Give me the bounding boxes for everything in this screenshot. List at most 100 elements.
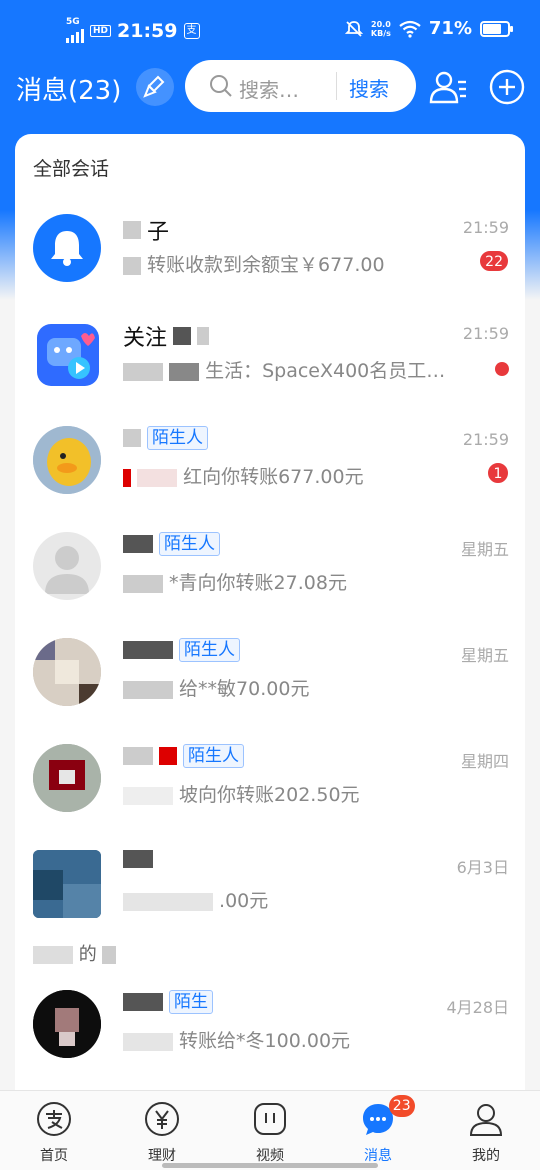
redacted-block [33, 946, 73, 964]
yuan-icon [145, 1102, 179, 1136]
conversation-name: 陌生人 [123, 426, 208, 450]
plus-circle-icon [489, 69, 525, 105]
tab-messages[interactable]: 23 消息 [324, 1091, 432, 1170]
person-icon [469, 1104, 503, 1136]
conversation-name: 陌生人 [123, 744, 244, 768]
conversation-row[interactable]: .00元 6月3日 [15, 836, 525, 940]
search-icon [210, 75, 232, 97]
conversation-preview: 坡向你转账202.50元 [123, 780, 453, 807]
notification-avatar [33, 214, 101, 282]
tab-video[interactable]: 视频 [216, 1091, 324, 1170]
add-button[interactable] [488, 68, 526, 106]
tab-profile[interactable]: 我的 [432, 1091, 540, 1170]
status-right: 20.0 KB/s 71% [344, 18, 513, 39]
search-bar[interactable]: 搜索… 搜索 [185, 60, 416, 112]
contacts-icon [429, 71, 466, 104]
conversation-preview-text: 给**敏70.00元 [179, 678, 310, 700]
follow-avatar [37, 324, 99, 386]
alipay-notification-icon: 支 [183, 22, 200, 39]
person-placeholder-icon [45, 546, 89, 594]
unread-badge: 22 [479, 250, 509, 272]
conversation-preview: 给**敏70.00元 [123, 674, 453, 701]
redacted-block [123, 892, 213, 911]
search-button[interactable]: 搜索 [349, 73, 389, 102]
redacted-block [102, 946, 117, 964]
user-avatar [33, 744, 101, 812]
duck-avatar-image [33, 426, 101, 494]
home-indicator[interactable] [162, 1163, 378, 1168]
tab-label: 视频 [256, 1148, 284, 1164]
group-label-text: 的 [78, 944, 97, 965]
redacted-block [123, 256, 141, 275]
speed-value: 20.0 [371, 19, 391, 29]
mute-icon [344, 20, 363, 37]
conversation-preview: 生活：SpaceX400名员工或… [123, 356, 453, 383]
conversation-row[interactable]: 陌生人 给**敏70.00元 星期五 [15, 624, 525, 728]
conversation-time: 6月3日 [456, 858, 509, 877]
video-icon [254, 1103, 286, 1135]
header: 消息(23) 搜索… 搜索 [0, 60, 540, 116]
group-label: 的 [33, 940, 117, 966]
conversation-name: 陌生人 [123, 638, 240, 662]
conversation-preview-text: 转账给*冬100.00元 [179, 1030, 351, 1052]
conversation-preview-text: 红向你转账677.00元 [183, 466, 364, 488]
stranger-tag: 陌生人 [183, 744, 244, 768]
redacted-block [123, 641, 173, 659]
user-avatar [33, 426, 101, 494]
tab-unread-badge: 23 [388, 1095, 415, 1117]
contacts-button[interactable] [428, 68, 468, 108]
search-input[interactable]: 搜索… [239, 74, 299, 103]
redacted-block [123, 468, 131, 487]
conversation-row[interactable]: 子 转账收款到余额宝￥677.00 21:59 22 [15, 200, 525, 304]
stranger-tag: 陌生 [169, 990, 213, 1014]
tab-label: 理财 [148, 1148, 176, 1164]
redacted-block [123, 221, 141, 239]
conversation-preview: 红向你转账677.00元 [123, 462, 453, 489]
redacted-block [123, 535, 153, 553]
conversation-name: 陌生 [123, 990, 213, 1014]
default-avatar [33, 532, 101, 600]
bottom-tab-bar: 首页 理财 视频 23 消息 我的 [0, 1090, 540, 1170]
conversation-name-text: 关注 [123, 326, 168, 351]
redacted-block [123, 574, 163, 593]
conversation-name: 关注 [123, 320, 210, 352]
broom-icon [143, 75, 165, 98]
conversation-time: 星期四 [460, 752, 509, 771]
conversation-time: 21:59 [462, 324, 509, 343]
redacted-block [123, 1032, 173, 1051]
tab-home[interactable]: 首页 [0, 1091, 108, 1170]
battery-percent: 71% [428, 18, 472, 39]
stranger-tag: 陌生人 [147, 426, 208, 450]
conversation-time: 4月28日 [446, 998, 509, 1017]
redacted-block [123, 850, 153, 868]
conversation-time: 21:59 [462, 218, 509, 237]
pixelated-avatar-image [33, 990, 101, 1058]
search-divider [336, 72, 337, 100]
conversation-row[interactable]: 陌生 转账给*冬100.00元 4月28日 [15, 976, 525, 1080]
network-speed: 20.0 KB/s [371, 20, 391, 38]
conversation-row[interactable]: 陌生人 *青向你转账27.08元 星期五 [15, 518, 525, 622]
stranger-tag: 陌生人 [179, 638, 240, 662]
redacted-block [197, 327, 210, 345]
hd-badge: HD [90, 24, 112, 37]
conversation-row[interactable]: 陌生人 坡向你转账202.50元 星期四 [15, 730, 525, 834]
conversation-row[interactable]: 陌生人 红向你转账677.00元 21:59 1 [15, 412, 525, 516]
user-avatar [33, 990, 101, 1058]
pixelated-avatar-image [33, 638, 101, 706]
redacted-block [169, 362, 200, 381]
pixelated-avatar-image [33, 744, 101, 812]
signal-icon [66, 27, 84, 43]
unread-dot [495, 362, 509, 376]
conversation-name-text: 子 [147, 220, 170, 245]
conversation-row[interactable]: 关注 生活：SpaceX400名员工或… 21:59 [15, 306, 525, 410]
conversation-name: 陌生人 [123, 532, 220, 556]
conversation-preview-text: 转账收款到余额宝￥677.00 [147, 254, 385, 276]
unread-badge: 1 [487, 462, 509, 484]
conversation-time: 星期五 [460, 540, 509, 559]
redacted-block [123, 786, 173, 805]
tab-wealth[interactable]: 理财 [108, 1091, 216, 1170]
clear-unread-button[interactable] [136, 68, 174, 106]
redacted-block [137, 468, 178, 487]
tab-label: 消息 [364, 1148, 392, 1164]
network-type: 5G [66, 17, 80, 27]
